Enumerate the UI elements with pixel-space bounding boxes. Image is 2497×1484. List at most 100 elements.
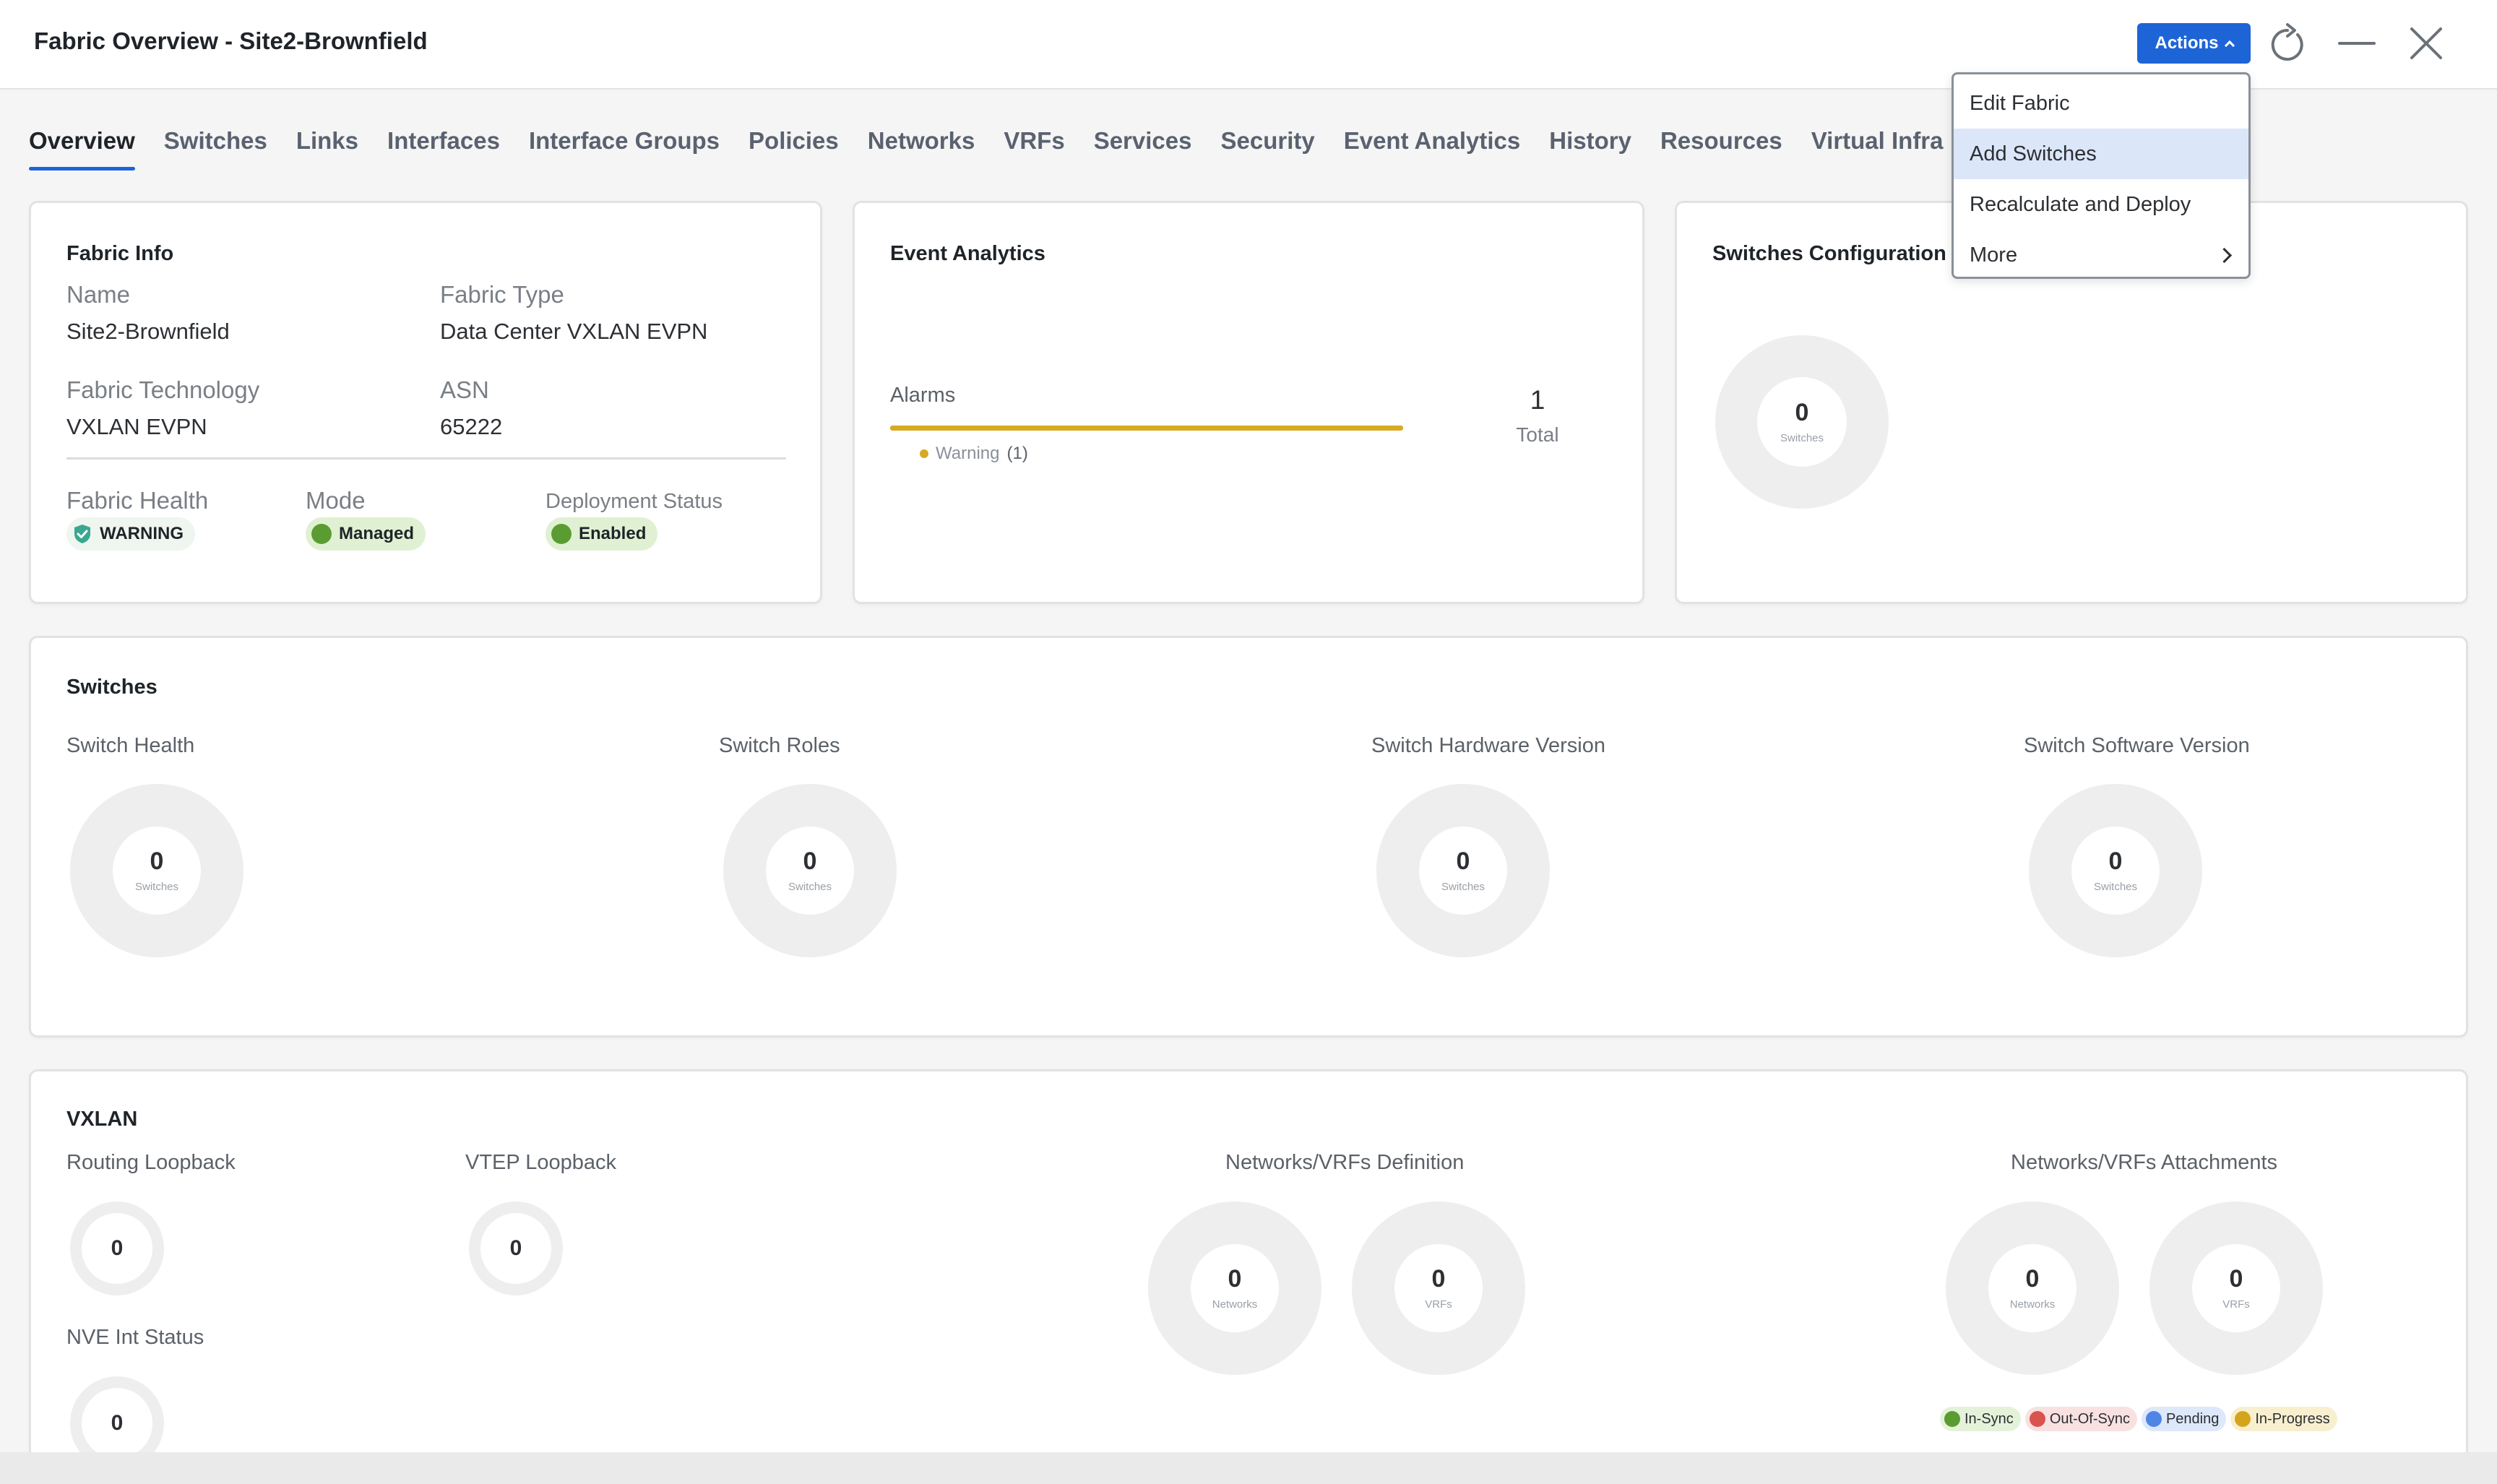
warning-count: (1) [1006,444,1028,463]
refresh-icon[interactable] [2266,22,2309,65]
donut-count: 0 [1228,1264,1242,1293]
event-analytics-card: Event Analytics Alarms Warning (1) 1 Tot… [853,201,1644,604]
tab-links[interactable]: Links [296,127,358,171]
fabric-info-card: Fabric Info Name Site2-Brownfield Fabric… [29,201,822,604]
nve-int-status-label: NVE Int Status [66,1326,204,1349]
actions-button[interactable]: Actions [2137,23,2251,64]
donut-count: 0 [1431,1264,1446,1293]
switches-card: Switches Switch Health 0 Switches Switch… [29,636,2468,1037]
attachments-vrfs-donut: 0 VRFs [2149,1202,2323,1375]
donut-count: 0 [2229,1264,2243,1293]
menu-item-add-switches[interactable]: Add Switches [1954,129,2248,179]
status-dot-icon [2235,1411,2251,1427]
warning-dot-icon [920,449,928,458]
status-dot-icon [551,524,572,544]
tab-networks[interactable]: Networks [868,127,975,171]
donut-unit: Networks [2009,1298,2056,1311]
tab-bar: Overview Switches Links Interfaces Inter… [29,127,1972,171]
switch-health-donut: 0 Switches [70,784,243,957]
donut-unit: Switches [1780,431,1824,444]
networks-vrfs-definition-label: Networks/VRFs Definition [1225,1151,1465,1174]
close-icon[interactable] [2405,22,2448,65]
event-analytics-title: Event Analytics [890,242,1045,265]
menu-item-more-label: More [1970,243,2018,267]
fabric-type-label: Fabric Type [440,281,564,308]
tab-history[interactable]: History [1549,127,1631,171]
switch-roles-donut: 0 Switches [723,784,897,957]
bottom-strip [0,1452,2497,1484]
alarms-total-value: 1 [1530,385,1545,415]
donut-count: 0 [2108,847,2123,875]
routing-loopback-label: Routing Loopback [66,1151,236,1174]
switch-software-version-donut: 0 Switches [2029,784,2202,957]
nve-int-status-donut: 0 [70,1376,164,1452]
vxlan-title: VXLAN [66,1108,138,1131]
status-dot-icon [2029,1411,2045,1427]
sync-status-legend: In-Sync Out-Of-Sync Pending In-Progress [1940,1407,2337,1431]
switch-hardware-version-donut: 0 Switches [1376,784,1550,957]
alarms-warning-bar [890,426,1403,431]
chevron-right-icon [2216,247,2233,264]
switch-hardware-version-label: Switch Hardware Version [1371,734,1605,757]
legend-label: Pending [2165,1410,2220,1427]
vtep-loopback-label: VTEP Loopback [465,1151,617,1174]
deployment-status-badge: Enabled [545,517,658,551]
tab-overview[interactable]: Overview [29,127,135,171]
switch-health-label: Switch Health [66,734,195,757]
tab-event-analytics[interactable]: Event Analytics [1344,127,1521,171]
donut-unit: Networks [1212,1298,1258,1311]
fabric-health-value: WARNING [100,524,184,543]
tab-security[interactable]: Security [1220,127,1314,171]
fabric-type-value: Data Center VXLAN EVPN [440,319,708,344]
donut-unit: Switches [134,880,179,893]
status-dot-icon [2145,1411,2162,1427]
alarms-label: Alarms [890,384,956,407]
warning-label: Warning [936,444,1000,463]
shield-check-icon [74,525,90,543]
status-dot-icon [1944,1411,1960,1427]
tab-policies[interactable]: Policies [749,127,839,171]
attachments-networks-donut: 0 Networks [1946,1202,2119,1375]
fabric-health-badge: WARNING [66,517,195,551]
definition-networks-donut: 0 Networks [1148,1202,1321,1375]
switches-title: Switches [66,676,158,699]
fabric-info-title: Fabric Info [66,242,174,265]
page-title: Fabric Overview - Site2-Brownfield [34,27,428,54]
tab-virtual-infra[interactable]: Virtual Infra [1811,127,1944,171]
menu-item-edit-fabric[interactable]: Edit Fabric [1954,78,2248,129]
tab-switches[interactable]: Switches [164,127,267,171]
donut-count: 0 [150,847,164,875]
deployment-status-value: Enabled [579,524,647,543]
donut-unit: Switches [2093,880,2138,893]
minimize-icon[interactable] [2335,22,2379,65]
status-dot-icon [311,524,332,544]
donut-count: 0 [803,847,817,875]
tab-interface-groups[interactable]: Interface Groups [529,127,720,171]
tab-services[interactable]: Services [1094,127,1192,171]
legend-out-of-sync: Out-Of-Sync [2024,1407,2137,1431]
fabric-technology-value: VXLAN EVPN [66,414,207,439]
menu-item-more[interactable]: More [1954,230,2248,280]
divider [66,457,786,460]
alarms-total-label: Total [1516,423,1559,446]
menu-item-recalculate-and-deploy[interactable]: Recalculate and Deploy [1954,179,2248,230]
legend-in-sync: In-Sync [1940,1407,2021,1431]
donut-count: 0 [480,1213,551,1284]
deployment-status-label: Deployment Status [545,490,723,513]
definition-vrfs-donut: 0 VRFs [1352,1202,1525,1375]
donut-unit: VRFs [2222,1298,2250,1311]
tab-vrfs[interactable]: VRFs [1004,127,1064,171]
vtep-loopback-donut: 0 [469,1202,563,1295]
tab-interfaces[interactable]: Interfaces [387,127,500,171]
donut-unit: Switches [1441,880,1485,893]
switches-configuration-title: Switches Configuration [1712,242,1946,265]
legend-label: In-Sync [1965,1410,2014,1427]
legend-pending: Pending [2141,1407,2227,1431]
fabric-overview-page: Fabric Overview - Site2-Brownfield Actio… [0,0,2497,1452]
tab-resources[interactable]: Resources [1660,127,1782,171]
donut-count: 0 [2025,1264,2040,1293]
legend-label: Out-Of-Sync [2049,1410,2130,1427]
actions-button-label: Actions [2155,33,2219,53]
legend-in-progress: In-Progress [2230,1407,2337,1431]
switch-roles-label: Switch Roles [719,734,840,757]
